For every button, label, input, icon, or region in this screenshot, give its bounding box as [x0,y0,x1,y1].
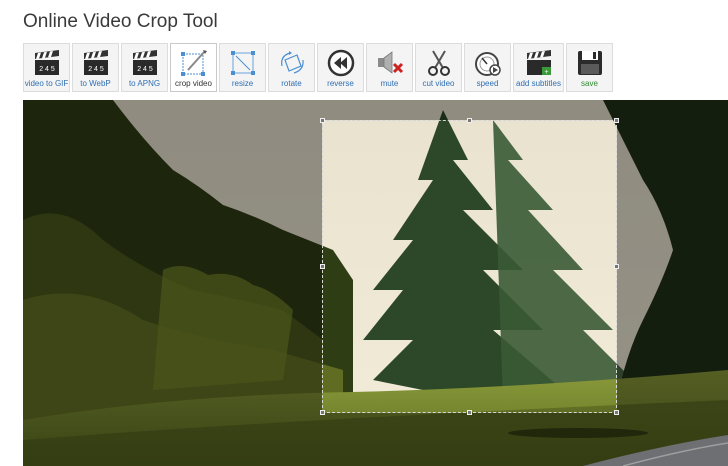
resize-icon [230,51,255,75]
clapperboard-icon: 2 4 5 [132,50,157,75]
clapperboard-icon: 2 4 5 [34,50,59,75]
crop-handle-left[interactable] [320,264,325,269]
tool-label: rotate [281,79,302,88]
video-preview[interactable] [23,100,728,466]
tool-label: cut video [422,79,455,88]
mute-icon [377,51,403,74]
tool-label: video to GIF [24,79,69,88]
tool-label: resize [231,79,254,88]
crop-handle-bottom-right[interactable] [614,410,619,415]
crop-video-button[interactable]: crop video [170,43,217,92]
rotate-icon [280,51,304,74]
crop-selection[interactable] [320,118,619,415]
tool-label: save [581,79,598,88]
scissors-icon [427,50,450,76]
floppy-disk-icon [577,51,602,75]
tool-label: to APNG [128,79,161,88]
speed-icon [474,52,501,76]
crop-icon [180,50,207,76]
to-apng-button[interactable]: 2 4 5 to APNG [121,43,168,92]
page-title: Online Video Crop Tool [23,11,218,32]
crop-handle-bottom[interactable] [467,410,472,415]
svg-text:2 4 5: 2 4 5 [88,66,104,73]
to-webp-button[interactable]: 2 4 5 to WebP [72,43,119,92]
tool-label: mute [380,79,399,88]
reverse-icon [327,49,354,77]
speed-button[interactable]: speed [464,43,511,92]
svg-text:+: + [544,69,548,76]
add-subtitles-button[interactable]: + add subtitles [513,43,564,92]
crop-handle-bottom-left[interactable] [320,410,325,415]
crop-handle-right[interactable] [614,264,619,269]
cut-video-button[interactable]: cut video [415,43,462,92]
mute-button[interactable]: mute [366,43,413,92]
crop-handle-top-left[interactable] [320,118,325,123]
tool-label: speed [476,79,499,88]
tool-label: reverse [327,79,354,88]
resize-button[interactable]: resize [219,43,266,92]
crop-handle-top[interactable] [467,118,472,123]
crop-handle-top-right[interactable] [614,118,619,123]
svg-text:2 4 5: 2 4 5 [39,66,55,73]
svg-text:2 4 5: 2 4 5 [137,66,153,73]
clapperboard-icon: 2 4 5 [83,50,108,75]
toolbar: 2 4 5 video to GIF 2 4 5 to WebP 2 4 5 t… [23,43,615,94]
tool-label: to WebP [80,79,111,88]
video-to-gif-button[interactable]: 2 4 5 video to GIF [23,43,70,92]
save-button[interactable]: save [566,43,613,92]
tool-label: add subtitles [516,79,561,88]
reverse-button[interactable]: reverse [317,43,364,92]
clapperboard-icon: + [526,50,551,76]
tool-label: crop video [175,79,212,88]
rotate-button[interactable]: rotate [268,43,315,92]
